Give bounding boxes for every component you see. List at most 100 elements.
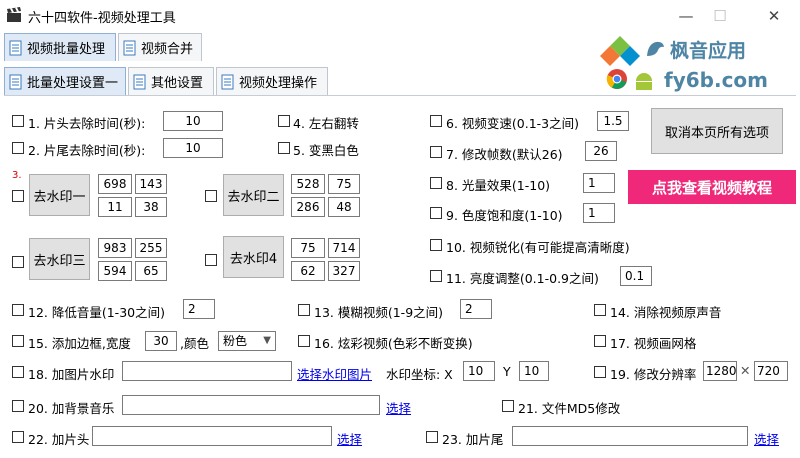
md5-checkbox[interactable] [502, 400, 514, 412]
light-effect-input[interactable]: 1 [583, 173, 615, 193]
site-watermark: 枫音应用 fy6b.com [600, 34, 800, 94]
blur-checkbox[interactable] [298, 304, 310, 316]
wm3-w-input[interactable]: 594 [98, 261, 132, 281]
tab-video-operations[interactable]: 视频处理操作 [216, 67, 328, 95]
brightness-checkbox[interactable] [430, 270, 442, 282]
intro-path-input[interactable] [92, 426, 332, 446]
speed-checkbox[interactable] [430, 115, 442, 127]
grayscale-checkbox[interactable] [278, 142, 290, 154]
wm4-y-input[interactable]: 714 [328, 238, 360, 258]
border-width-input[interactable]: 30 [145, 331, 177, 351]
saturation-label: 9. 色度饱和度(1-10) [446, 208, 563, 223]
video-tutorial-button[interactable]: 点我查看视频教程 [628, 170, 796, 204]
watermark-line1: 枫音应用 [670, 40, 747, 62]
wm1-x-input[interactable]: 698 [98, 174, 132, 194]
trim-head-input[interactable]: 10 [163, 111, 223, 131]
trim-tail-input[interactable]: 10 [163, 138, 223, 158]
sharpen-checkbox[interactable] [430, 239, 442, 251]
mute-label: 14. 消除视频原声音 [610, 305, 722, 320]
blur-input[interactable]: 2 [460, 299, 492, 319]
diamond-logo-icon [600, 36, 640, 66]
outro-checkbox[interactable] [426, 431, 438, 443]
document-icon [9, 74, 22, 89]
cancel-all-options-button[interactable]: 取消本页所有选项 [651, 108, 783, 154]
colorful-checkbox[interactable] [298, 335, 310, 347]
select-outro-link[interactable]: 选择 [754, 429, 779, 448]
resolution-label: 19. 修改分辨率 [610, 367, 697, 382]
outro-path-input[interactable] [512, 426, 748, 446]
wm3-h-input[interactable]: 65 [135, 261, 167, 281]
watermark4-checkbox[interactable] [205, 254, 217, 266]
wm2-h-input[interactable]: 48 [328, 197, 360, 217]
close-button[interactable]: ✕ [752, 4, 796, 28]
window-title: 六十四软件-视频处理工具 [28, 11, 176, 26]
trim-tail-checkbox[interactable] [12, 142, 24, 154]
saturation-checkbox[interactable] [430, 207, 442, 219]
framerate-input[interactable]: 26 [585, 141, 617, 161]
wm3-x-input[interactable]: 983 [98, 238, 132, 258]
border-color-select[interactable]: 粉色 ▼ [218, 331, 276, 351]
volume-input[interactable]: 2 [183, 299, 215, 319]
wm3-y-input[interactable]: 255 [135, 238, 167, 258]
border-checkbox[interactable] [12, 335, 24, 347]
bgm-checkbox[interactable] [12, 400, 24, 412]
volume-checkbox[interactable] [12, 304, 24, 316]
wm2-x-input[interactable]: 528 [291, 174, 325, 194]
trim-tail-label: 2. 片尾去除时间(秒): [28, 143, 146, 158]
watermark-line2: fy6b.com [664, 68, 769, 92]
image-watermark-path-input[interactable] [122, 361, 292, 381]
resolution-checkbox[interactable] [594, 366, 606, 378]
framerate-checkbox[interactable] [430, 146, 442, 158]
watermark2-checkbox[interactable] [205, 190, 217, 202]
light-effect-checkbox[interactable] [430, 177, 442, 189]
document-icon [123, 40, 136, 55]
flip-checkbox[interactable] [278, 115, 290, 127]
tab-batch-process[interactable]: 视频批量处理 [4, 33, 116, 61]
wm1-y-input[interactable]: 143 [135, 174, 167, 194]
bgm-path-input[interactable] [122, 395, 380, 415]
clapperboard-icon [7, 7, 21, 22]
border-label: 15. 添加边框,宽度 [28, 336, 131, 351]
select-bgm-link[interactable]: 选择 [386, 398, 411, 417]
select-intro-link[interactable]: 选择 [337, 429, 362, 448]
saturation-input[interactable]: 1 [583, 203, 615, 223]
intro-checkbox[interactable] [12, 431, 24, 443]
document-icon [9, 40, 22, 55]
watermark-x-input[interactable]: 10 [463, 361, 495, 381]
remove-watermark3-button[interactable]: 去水印三 [29, 238, 90, 280]
remove-watermark4-button[interactable]: 去水印4 [223, 236, 284, 278]
wm4-w-input[interactable]: 62 [291, 261, 325, 281]
bird-logo-icon [647, 41, 664, 56]
remove-watermark1-button[interactable]: 去水印一 [29, 174, 90, 216]
tab-label: 其他设置 [151, 76, 204, 91]
watermark1-checkbox[interactable] [12, 190, 24, 202]
tab-video-merge[interactable]: 视频合并 [118, 33, 202, 61]
tab-other-settings[interactable]: 其他设置 [128, 67, 214, 95]
resolution-width-input[interactable]: 1280 [703, 361, 737, 381]
wm2-w-input[interactable]: 286 [291, 197, 325, 217]
brightness-input[interactable]: 0.1 [620, 266, 652, 286]
resolution-height-input[interactable]: 720 [754, 361, 788, 381]
wm1-w-input[interactable]: 11 [98, 197, 132, 217]
grayscale-label: 5. 变黑白色 [293, 143, 359, 158]
tab-batch-settings-one[interactable]: 批量处理设置一 [4, 67, 126, 95]
wm4-x-input[interactable]: 75 [291, 238, 325, 258]
trim-head-checkbox[interactable] [12, 115, 24, 127]
volume-label: 12. 降低音量(1-30之间) [28, 305, 165, 320]
wm4-h-input[interactable]: 327 [328, 261, 360, 281]
remove-watermark2-button[interactable]: 去水印二 [223, 174, 284, 216]
colorful-label: 16. 炫彩视频(色彩不断变换) [314, 336, 473, 351]
mute-checkbox[interactable] [594, 304, 606, 316]
watermark-y-input[interactable]: 10 [519, 361, 549, 381]
android-logo-icon [636, 73, 652, 90]
border-color-label: ,颜色 [180, 336, 209, 351]
select-watermark-image-link[interactable]: 选择水印图片 [297, 364, 372, 383]
maximize-button[interactable]: ☐ [698, 4, 742, 28]
grid-checkbox[interactable] [594, 335, 606, 347]
wm1-h-input[interactable]: 38 [135, 197, 167, 217]
watermark3-checkbox[interactable] [12, 256, 24, 268]
speed-input[interactable]: 1.5 [597, 111, 629, 131]
wm2-y-input[interactable]: 75 [328, 174, 360, 194]
light-effect-label: 8. 光量效果(1-10) [446, 178, 551, 193]
image-watermark-checkbox[interactable] [12, 366, 24, 378]
